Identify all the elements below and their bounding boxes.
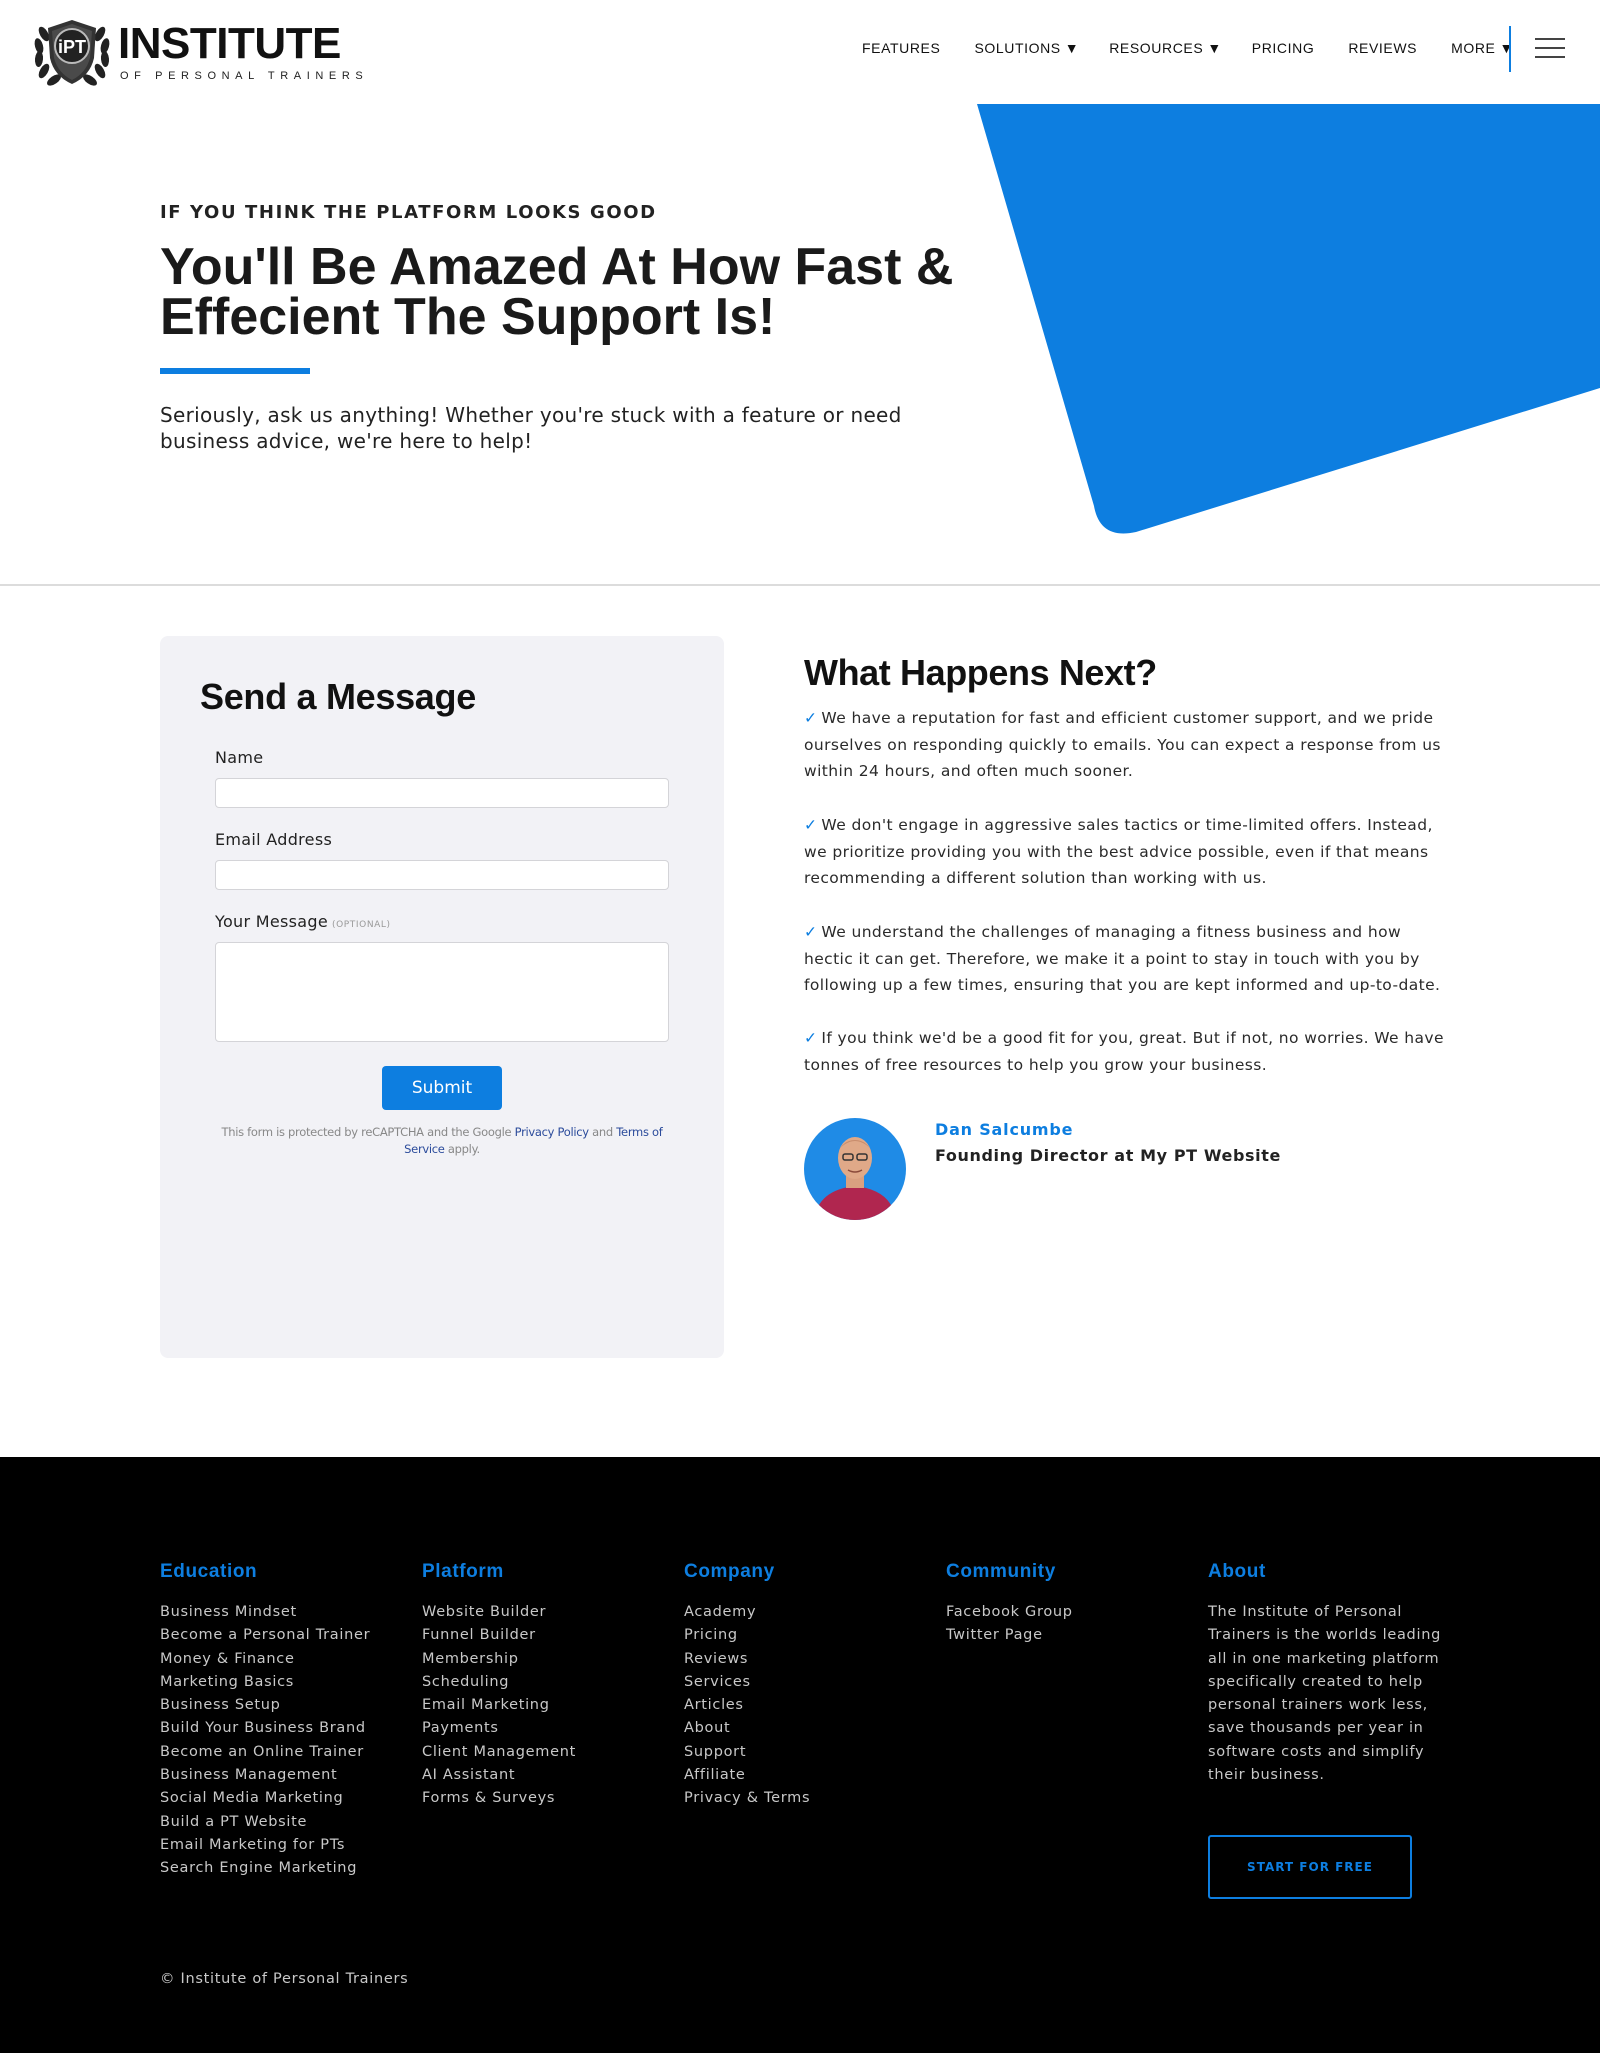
contact-form-card: Send a Message Name Email Address Your M… [160,636,724,1358]
footer-link[interactable]: Pricing [684,1624,810,1647]
footer-link[interactable]: Email Marketing [422,1694,576,1717]
footer-link[interactable]: Membership [422,1648,576,1671]
optional-tag: (OPTIONAL) [331,920,391,930]
next-point: ✓ We understand the challenges of managin… [804,923,1441,994]
footer-link[interactable]: Privacy & Terms [684,1787,810,1810]
footer-link[interactable]: Become a Personal Trainer [160,1624,370,1647]
hero-title: You'll Be Amazed At How Fast & Effecient… [160,238,954,346]
logo-subtitle: OF PERSONAL TRAINERS [120,70,369,82]
laurel-shield-icon: iPT [30,14,114,90]
footer-link[interactable]: Website Builder [422,1601,576,1624]
footer-link[interactable]: Email Marketing for PTs [160,1834,370,1857]
message-label: Your Message (OPTIONAL) [215,912,391,931]
footer-link[interactable]: Business Mindset [160,1601,370,1624]
footer-column-company: Company Academy Pricing Reviews Services… [684,1561,810,1811]
email-label: Email Address [215,830,333,849]
start-for-free-button[interactable]: START FOR FREE [1208,1835,1412,1899]
footer-link[interactable]: Business Setup [160,1694,370,1717]
person-name[interactable]: Dan Salcumbe [935,1120,1073,1139]
check-icon: ✓ [804,709,818,727]
form-title: Send a Message [200,676,476,717]
footer-about-text: The Institute of Personal Trainers is th… [1208,1604,1441,1784]
footer-link[interactable]: Payments [422,1717,576,1740]
footer-link[interactable]: Business Management [160,1764,370,1787]
footer-link[interactable]: AI Assistant [422,1764,576,1787]
footer-link[interactable]: Become an Online Trainer [160,1741,370,1764]
recaptcha-notice: This form is protected by reCAPTCHA and … [221,1125,663,1156]
caret-down-icon: ▼ [1207,40,1222,56]
main-nav: FEATURES SOLUTIONS ▼ RESOURCES ▼ PRICING R… [862,40,1544,56]
check-icon: ✓ [804,816,818,834]
footer-link[interactable]: Client Management [422,1741,576,1764]
hero-description: Seriously, ask us anything! Whether you'… [160,403,902,453]
footer-link[interactable]: Forms & Surveys [422,1787,576,1810]
footer-link[interactable]: Academy [684,1601,810,1624]
footer-column-community: Community Facebook Group Twitter Page [946,1561,1073,1648]
name-input[interactable] [215,778,669,808]
footer-link[interactable]: About [684,1717,810,1740]
svg-text:iPT: iPT [58,37,86,57]
next-point: ✓ We have a reputation for fast and effic… [804,709,1441,780]
footer-link[interactable]: Funnel Builder [422,1624,576,1647]
footer-link[interactable]: Search Engine Marketing [160,1857,370,1880]
footer-link[interactable]: Facebook Group [946,1601,1073,1624]
nav-divider [1509,26,1511,72]
hero-section: IF YOU THINK THE PLATFORM LOOKS GOOD You… [0,104,1600,586]
next-point: ✓ We don't engage in aggressive sales tac… [804,816,1433,887]
site-logo[interactable]: iPT INSTITUTE OF PERSONAL TRAINERS [30,14,368,90]
person-role: Founding Director at My PT Website [935,1146,1281,1165]
footer-column-about: About The Institute of Personal Trainers… [1208,1561,1448,1787]
copyright: © Institute of Personal Trainers [160,1971,409,1987]
logo-title: INSTITUTE [118,19,341,68]
check-icon: ✓ [804,923,818,941]
footer-link[interactable]: Build Your Business Brand [160,1717,370,1740]
footer-column-platform: Platform Website Builder Funnel Builder … [422,1561,576,1811]
check-icon: ✓ [804,1029,818,1047]
nav-resources[interactable]: RESOURCES ▼ [1109,40,1222,56]
caret-down-icon: ▼ [1064,40,1080,56]
footer-link[interactable]: Money & Finance [160,1648,370,1671]
footer-link[interactable]: Twitter Page [946,1624,1073,1647]
nav-reviews[interactable]: REVIEWS [1348,40,1421,56]
message-textarea[interactable] [215,942,669,1042]
footer-link[interactable]: Social Media Marketing [160,1787,370,1810]
footer-heading: Community [946,1561,1056,1582]
hero-eyebrow: IF YOU THINK THE PLATFORM LOOKS GOOD [160,202,657,223]
email-input[interactable] [215,860,669,890]
hamburger-icon[interactable] [1535,38,1565,60]
privacy-policy-link[interactable]: Privacy Policy [515,1125,589,1139]
footer-link[interactable]: Articles [684,1694,810,1717]
avatar [804,1118,906,1220]
next-title: What Happens Next? [804,652,1157,693]
footer-link[interactable]: Support [684,1741,810,1764]
footer-link[interactable]: Affiliate [684,1764,810,1787]
footer-heading: About [1208,1561,1266,1582]
footer-link[interactable]: Build a PT Website [160,1811,370,1834]
caret-down-icon: ▼ [1499,40,1514,56]
footer-column-education: Education Business Mindset Become a Pers… [160,1561,370,1881]
next-point: ✓ If you think we'd be a good fit for you… [804,1029,1444,1074]
footer-link[interactable]: Marketing Basics [160,1671,370,1694]
footer-link[interactable]: Scheduling [422,1671,576,1694]
site-footer: Education Business Mindset Become a Pers… [0,1457,1600,2053]
footer-link[interactable]: Services [684,1671,810,1694]
nav-pricing[interactable]: PRICING [1252,40,1319,56]
site-header: iPT INSTITUTE OF PERSONAL TRAINERS FEATU… [0,0,1600,104]
hero-accent-bar [160,368,310,374]
nav-features[interactable]: FEATURES [862,40,944,56]
section-divider [0,584,1600,586]
submit-button[interactable]: Submit [382,1066,502,1110]
name-label: Name [215,748,264,767]
footer-heading: Education [160,1561,258,1582]
footer-heading: Company [684,1561,775,1582]
nav-solutions[interactable]: SOLUTIONS ▼ [974,40,1079,56]
nav-more[interactable]: MORE ▼ [1451,40,1514,56]
footer-link[interactable]: Reviews [684,1648,810,1671]
footer-heading: Platform [422,1561,504,1582]
